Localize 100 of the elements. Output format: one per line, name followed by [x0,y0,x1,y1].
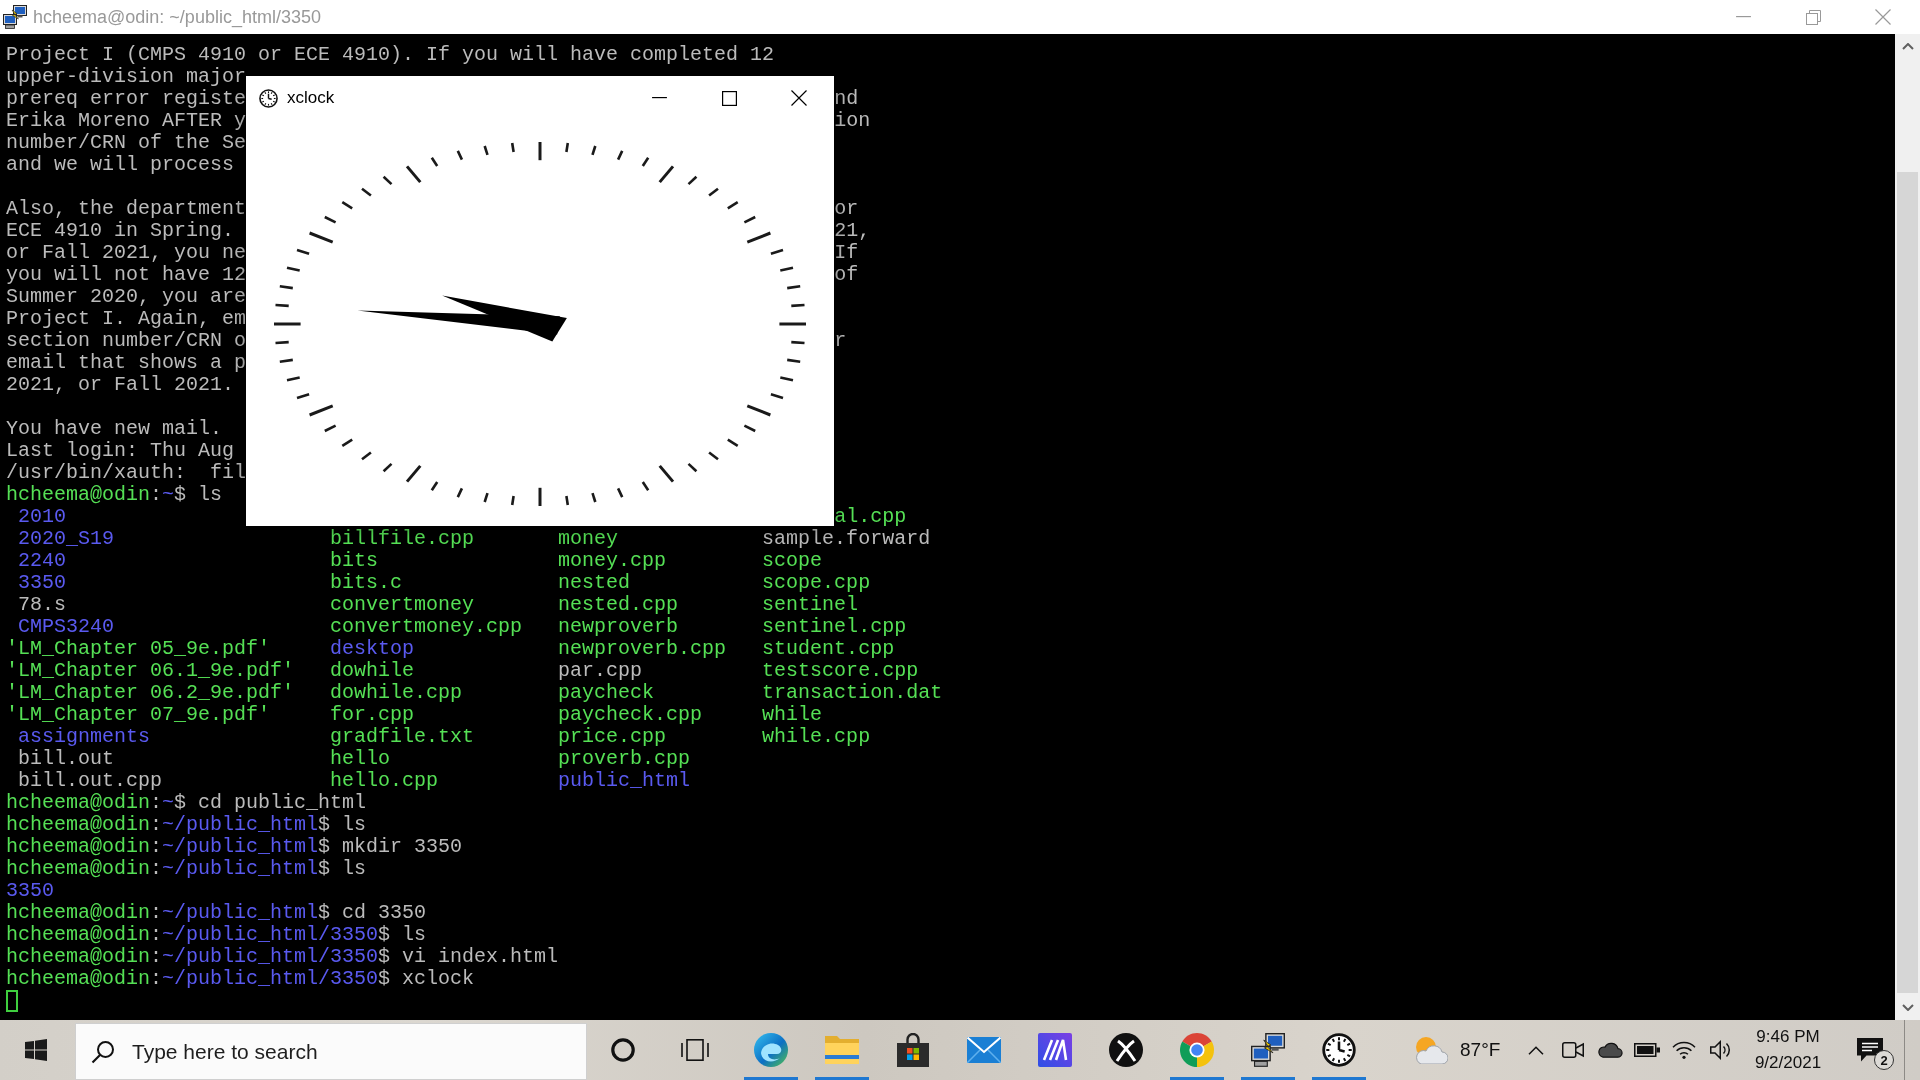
command-line: hcheema@odin:~/public_html$ ls [6,858,367,880]
file-name: newproverb [558,616,679,638]
window-title: xclock [287,88,335,108]
notifications-button[interactable]: 2 [1836,1020,1904,1080]
terminal-text: Erika Moreno AFTER y [6,110,247,132]
terminal-text: ECE 4910 in Spring. [6,220,235,242]
file-name: for.cpp [330,704,415,726]
file-name: sample.forward [762,528,931,550]
search-field[interactable]: Type here to search [75,1023,587,1080]
terminal-text: and we will process [6,154,235,176]
terminal-text: Also, the department [6,198,247,220]
file-name: dowhile.cpp [330,682,463,704]
cloud-icon[interactable] [1596,1042,1623,1058]
terminal-text: r [834,330,847,352]
file-name: 'LM_Chapter 06.1_9e.pdf' [6,660,295,682]
directory-name: 2240 [18,550,66,572]
minimize-icon [651,97,667,99]
chevron-up-icon [1528,1045,1544,1055]
file-name: student.cpp [762,638,895,660]
directory-name: assignments [18,726,151,748]
notification-badge: 2 [1874,1050,1894,1070]
file-name: bill.out [18,748,114,770]
file-name: convertmoney.cpp [330,616,523,638]
command-line: hcheema@odin:~/public_html$ mkdir 3350 [6,836,463,858]
file-name: par.cpp [558,660,643,682]
task-view-icon [681,1039,709,1061]
file-name: 78.s [18,594,66,616]
weather-button[interactable]: 87°F [1410,1020,1514,1080]
speaker-icon[interactable] [1709,1040,1732,1060]
file-name: nested [558,572,631,594]
command-line: hcheema@odin:~/public_html/3350$ xclock [6,968,475,990]
restore-icon [1805,9,1821,25]
file-name: nested.cpp [558,594,679,616]
battery-icon[interactable] [1633,1043,1660,1057]
file-name: while [762,704,823,726]
command-line: hcheema@odin:~$ cd public_html [6,792,367,814]
directory-name: desktop [330,638,415,660]
terminal-text: or Fall 2021, you ne [6,242,247,264]
terminal-text: If [834,242,859,264]
minimize-icon [1735,16,1751,18]
terminal-text: Project I (CMPS 4910 or ECE 4910). If you will have completed 12 [6,44,775,66]
file-name: while.cpp [762,726,871,748]
directory-name: CMPS3240 [18,616,114,638]
directory-name: 3350 [18,572,66,594]
file-name: paycheck.cpp [558,704,703,726]
computers-icon [3,5,27,29]
terminal-text: upper-division major [6,66,247,88]
file-name: 'LM_Chapter 07_9e.pdf' [6,704,271,726]
command-line: hcheema@odin:~$ ls [6,484,223,506]
file-name: hello [330,748,391,770]
x-ball-icon [1108,1033,1143,1067]
wifi-icon[interactable] [1671,1041,1696,1059]
terminal-text: you will not have 12 [6,264,247,286]
terminal-text: number/CRN of the Se [6,132,247,154]
directory-name: public_html [558,770,691,792]
file-name: testscore.cpp [762,660,919,682]
terminal-text: email that shows a p [6,352,247,374]
file-name: bill.out.cpp [18,770,163,792]
command-line: hcheema@odin:~/public_html$ ls [6,814,367,836]
directory-name: 3350 [6,880,54,902]
search-icon [91,1039,115,1064]
file-name: transaction.dat [762,682,943,704]
folder-icon [824,1036,859,1064]
sun-cloud-icon [1414,1036,1448,1064]
video-camera-icon[interactable] [1561,1042,1584,1058]
terminal-text: or [834,198,859,220]
file-name: 'LM_Chapter 05_9e.pdf' [6,638,271,660]
clock-icon [1321,1033,1356,1067]
file-name: paycheck [558,682,655,704]
terminal-text: 2021, or Fall 2021. [6,374,235,396]
file-name: convertmoney [330,594,475,616]
close-icon [1875,9,1891,25]
computers-icon [1250,1033,1285,1067]
terminal-text: 21, [834,220,871,242]
date-time-button[interactable]: 9:46 PM 9/2/2021 [1740,1020,1836,1080]
window-title: hcheema@odin: ~/public_html/3350 [33,6,321,28]
swirl-icon [753,1033,788,1067]
file-name: al.cpp [834,506,907,528]
file-name: scope [762,550,823,572]
cursor-icon [6,990,18,1012]
terminal-text: /usr/bin/xauth: fil [6,462,247,484]
directory-name: 2020_S19 [18,528,114,550]
file-name: price.cpp [558,726,667,748]
terminal-text: ion [834,110,871,132]
four-squares-icon [25,1039,47,1061]
terminal-text: Summer 2020, you are [6,286,247,308]
maximize-icon [721,90,737,106]
file-name: bits.c [330,572,403,594]
terminal-text: section number/CRN o [6,330,247,352]
directory-name: 2010 [18,506,66,528]
clock-icon [259,88,278,108]
file-name: scope.cpp [762,572,871,594]
ring-icon [611,1038,635,1062]
file-name: 'LM_Chapter 06.2_9e.pdf' [6,682,295,704]
terminal-text: of [834,264,859,286]
file-name: bits [330,550,379,572]
slash-tile-icon [1037,1033,1072,1067]
terminal-text: nd [834,88,859,110]
scrollbar-thumb[interactable] [1897,172,1918,993]
file-name: hello.cpp [330,770,439,792]
